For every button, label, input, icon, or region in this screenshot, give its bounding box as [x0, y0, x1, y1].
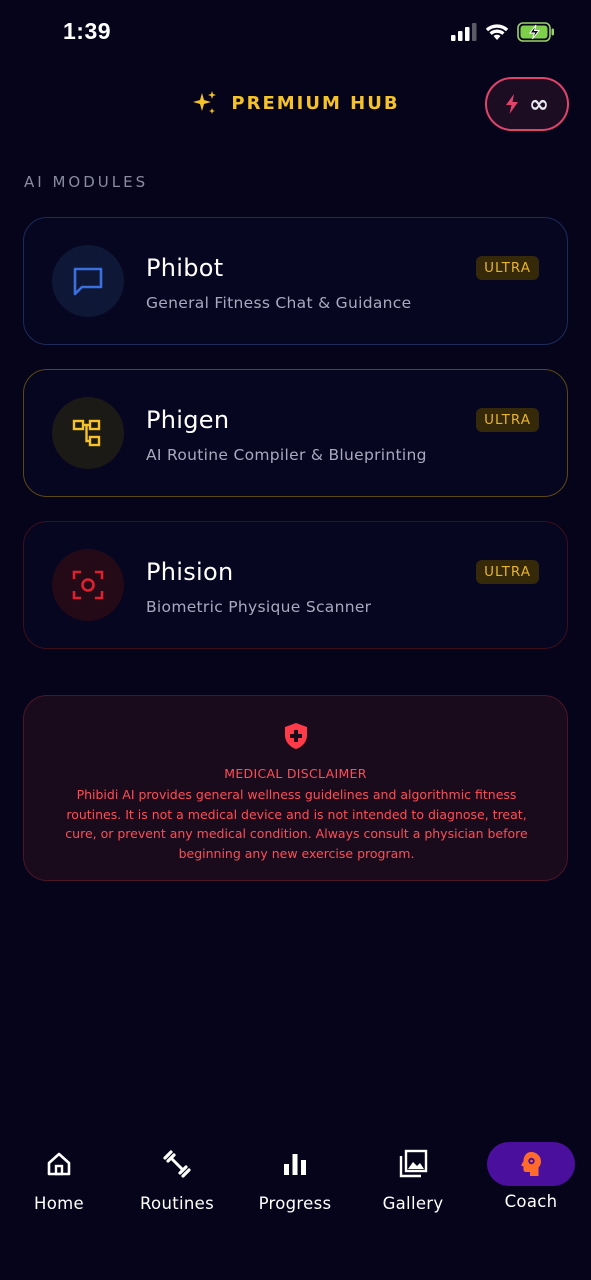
status-bar: 1:39: [0, 0, 591, 70]
module-icon-container: [52, 397, 124, 469]
nav-item-progress[interactable]: Progress: [236, 1140, 354, 1220]
module-description: General Fitness Chat & Guidance: [146, 294, 412, 312]
screen: 1:39 PREMIUM HUB ∞ AI MODULES Phibot Gen…: [0, 0, 591, 1280]
disclaimer-title: MEDICAL DISCLAIMER: [224, 766, 367, 781]
module-description: Biometric Physique Scanner: [146, 598, 372, 616]
sparkles-icon: [193, 91, 217, 114]
chat-icon: [73, 267, 103, 296]
bottom-nav: Home Routines Progress Gallery Coach: [0, 1140, 591, 1230]
battery-icon: [517, 22, 554, 42]
ultra-badge: ULTRA: [476, 408, 539, 432]
nav-label: Home: [34, 1194, 84, 1213]
medical-disclaimer: MEDICAL DISCLAIMER Phibidi AI provides g…: [23, 695, 568, 881]
module-card-phision[interactable]: Phision Biometric Physique Scanner ULTRA: [23, 521, 568, 649]
module-card-phigen[interactable]: Phigen AI Routine Compiler & Blueprintin…: [23, 369, 568, 497]
dumbbell-icon: [163, 1150, 191, 1178]
section-label: AI MODULES: [24, 173, 149, 191]
gallery-icon: [399, 1149, 428, 1178]
module-title: Phigen: [146, 406, 230, 434]
status-icons: [451, 22, 555, 42]
lightning-icon: [506, 94, 518, 114]
module-card-phibot[interactable]: Phibot General Fitness Chat & Guidance U…: [23, 217, 568, 345]
nav-item-home[interactable]: Home: [0, 1140, 118, 1220]
page-title: PREMIUM HUB: [231, 92, 400, 114]
nav-label: Routines: [140, 1194, 214, 1213]
energy-value: ∞: [529, 90, 549, 118]
shield-medical-icon: [285, 723, 307, 749]
home-icon: [47, 1152, 71, 1176]
nav-label: Gallery: [382, 1194, 444, 1213]
wifi-icon: [485, 24, 509, 40]
module-title: Phibot: [146, 254, 224, 282]
nav-item-gallery[interactable]: Gallery: [354, 1140, 472, 1220]
nav-item-coach[interactable]: Coach: [472, 1140, 590, 1220]
module-icon-container: [52, 549, 124, 621]
ultra-badge: ULTRA: [476, 560, 539, 584]
flowchart-icon: [72, 419, 101, 447]
ultra-badge: ULTRA: [476, 256, 539, 280]
nav-label: Progress: [258, 1194, 332, 1213]
module-description: AI Routine Compiler & Blueprinting: [146, 446, 427, 464]
disclaimer-body: Phibidi AI provides general wellness gui…: [65, 787, 528, 861]
signal-icon: [451, 23, 477, 41]
nav-label: Coach: [504, 1192, 558, 1211]
nav-item-routines[interactable]: Routines: [118, 1140, 236, 1220]
energy-button[interactable]: ∞: [485, 77, 569, 131]
bar-chart-icon: [284, 1154, 306, 1175]
module-icon-container: [52, 245, 124, 317]
status-time: 1:39: [63, 18, 112, 44]
scan-icon: [72, 570, 104, 600]
brain-icon: [521, 1152, 541, 1176]
module-title: Phision: [146, 558, 234, 586]
